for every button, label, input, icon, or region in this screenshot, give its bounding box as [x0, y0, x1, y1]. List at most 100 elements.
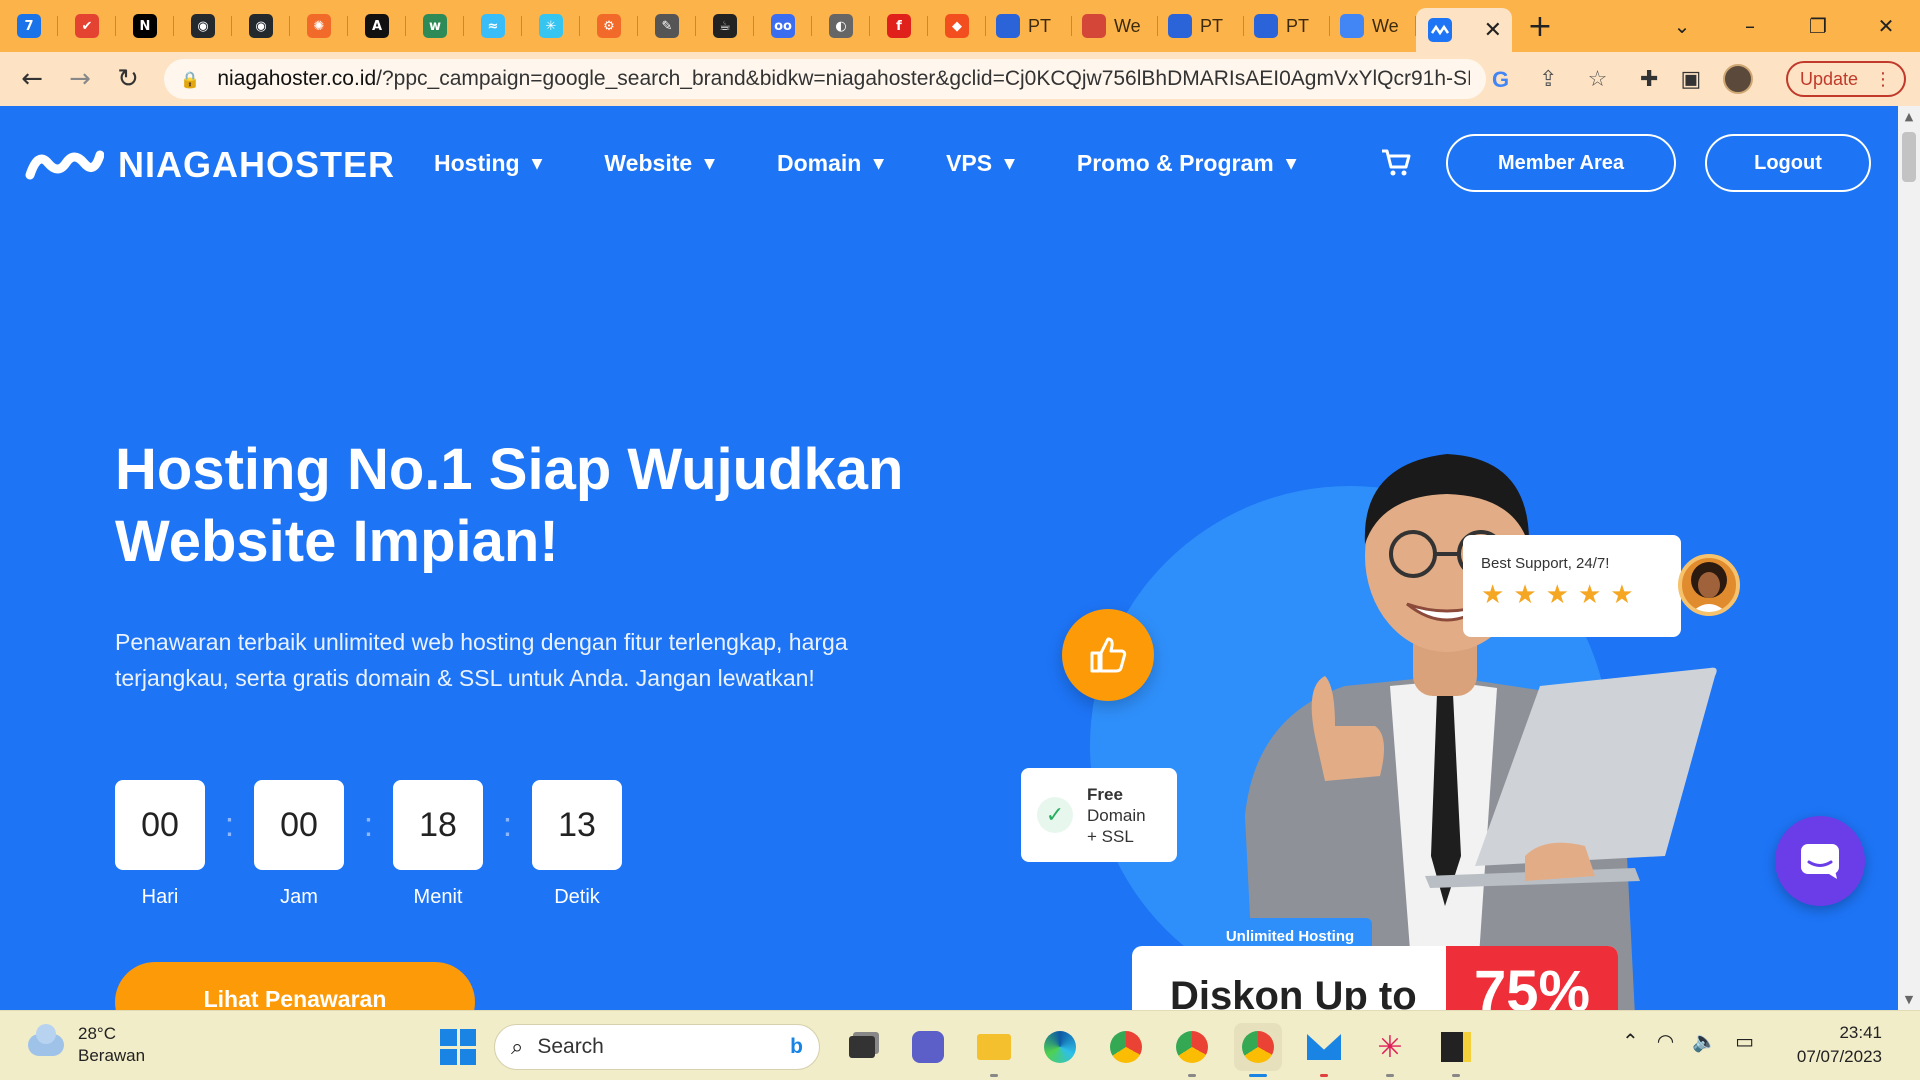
github-icon: ◉ — [249, 14, 273, 38]
bookmark-star-icon[interactable]: ☆ — [1588, 67, 1608, 93]
file-explorer-icon[interactable] — [970, 1023, 1018, 1077]
weather-widget[interactable]: 28°C Berawan — [28, 1023, 145, 1067]
gmail-icon — [1082, 14, 1106, 38]
profile-avatar[interactable] — [1723, 64, 1754, 94]
logout-button[interactable]: Logout — [1705, 134, 1871, 192]
back-icon[interactable]: ← — [8, 64, 56, 94]
live-chat-button[interactable] — [1775, 816, 1865, 906]
page-scrollbar[interactable]: ▲ ▼ — [1898, 106, 1920, 1010]
omnibox-actions: G ⇪ ☆ — [1492, 67, 1607, 93]
cloud-icon — [28, 1024, 64, 1056]
close-window-icon[interactable]: ✕ — [1852, 14, 1920, 38]
dev-icon: A — [365, 14, 389, 38]
edge-icon[interactable] — [1036, 1023, 1084, 1071]
sticky-notes-icon[interactable] — [1432, 1023, 1480, 1077]
browser-tab[interactable]: ≈ — [464, 0, 522, 52]
countdown-unit: 13 Detik — [532, 780, 622, 909]
nav-item-domain[interactable]: Domain ▼ — [777, 150, 884, 177]
system-clock[interactable]: 23:41 07/07/2023 — [1797, 1021, 1882, 1069]
extensions-icon[interactable]: ✚ — [1640, 67, 1658, 92]
browser-tab[interactable]: ✎ — [638, 0, 696, 52]
update-button[interactable]: Update ⋮ — [1786, 61, 1906, 97]
reload-icon[interactable]: ↻ — [104, 64, 152, 94]
countdown-value: 18 — [393, 780, 483, 870]
address-bar[interactable]: 🔒 niagahoster.co.id/?ppc_campaign=google… — [164, 59, 1486, 99]
bing-icon[interactable]: b — [790, 1035, 803, 1059]
browser-tab[interactable]: ◉ — [232, 0, 290, 52]
teams-chat-icon[interactable] — [904, 1023, 952, 1071]
forward-icon[interactable]: → — [56, 64, 104, 94]
scroll-down-icon[interactable]: ▼ — [1898, 993, 1920, 1006]
browser-tab[interactable]: ✳ — [522, 0, 580, 52]
countdown-separator: : — [363, 806, 374, 844]
globe-icon: ◐ — [829, 14, 853, 38]
scroll-thumb[interactable] — [1902, 132, 1916, 182]
figma-icon: ◆ — [945, 14, 969, 38]
browser-tab[interactable]: oo — [754, 0, 812, 52]
nav-item-website[interactable]: Website ▼ — [604, 150, 715, 177]
support-agent-avatar — [1678, 554, 1740, 616]
browser-tab[interactable]: ✔ — [58, 0, 116, 52]
scroll-up-icon[interactable]: ▲ — [1898, 110, 1920, 123]
wordpress-icon — [1254, 14, 1278, 38]
volume-icon[interactable]: 🔈 — [1692, 1029, 1717, 1053]
browser-tab[interactable]: f — [870, 0, 928, 52]
windows-start-icon[interactable] — [440, 1029, 476, 1065]
star-icon: ★ — [1481, 580, 1505, 610]
browser-tab[interactable]: We — [1072, 0, 1158, 52]
browser-tab[interactable]: We — [1330, 0, 1416, 52]
caret-down-icon: ▼ — [531, 155, 543, 172]
support-card-title: Best Support, 24/7! — [1481, 555, 1610, 572]
wifi-icon[interactable]: ◠ — [1657, 1029, 1674, 1053]
battery-icon[interactable]: ▭ — [1735, 1029, 1754, 1053]
clock-date: 07/07/2023 — [1796, 1047, 1882, 1066]
mail-app-icon[interactable] — [1300, 1023, 1348, 1077]
menu-dots-icon[interactable]: ⋮ — [1874, 69, 1892, 90]
nav-item-vps[interactable]: VPS ▼ — [946, 150, 1015, 177]
nav-item-promo-program[interactable]: Promo & Program ▼ — [1077, 150, 1297, 177]
browser-tab[interactable]: ☕ — [696, 0, 754, 52]
taskbar-search[interactable]: ⌕ Search b — [494, 1024, 820, 1070]
side-panel-icon[interactable]: ▣ — [1680, 67, 1701, 92]
new-tab-button[interactable]: + — [1512, 9, 1568, 44]
browser-tab[interactable]: A — [348, 0, 406, 52]
browser-tab[interactable]: ⚙ — [580, 0, 638, 52]
browser-tab[interactable]: ◐ — [812, 0, 870, 52]
niagahoster-logo[interactable]: NIAGAHOSTER — [24, 144, 395, 186]
active-tab[interactable]: ✕ — [1416, 8, 1512, 52]
chrome-profile-icon[interactable] — [1168, 1023, 1216, 1077]
restore-icon[interactable]: ❐ — [1784, 14, 1852, 38]
caret-down-icon: ▼ — [704, 155, 715, 172]
check-icon: ✓ — [1037, 797, 1073, 833]
url-text[interactable]: niagahoster.co.id/?ppc_campaign=google_s… — [217, 67, 1470, 91]
nav-item-hosting[interactable]: Hosting ▼ — [434, 150, 542, 177]
close-tab-icon[interactable]: ✕ — [1484, 18, 1502, 43]
slack-app-icon[interactable]: ✳ — [1366, 1023, 1414, 1077]
cart-icon[interactable] — [1380, 146, 1412, 178]
countdown-value: 13 — [532, 780, 622, 870]
show-hidden-icons-icon[interactable]: ⌃ — [1622, 1029, 1639, 1053]
chrome-icon[interactable] — [1102, 1023, 1150, 1071]
member-area-button[interactable]: Member Area — [1446, 134, 1676, 192]
browser-tab[interactable]: ◆ — [928, 0, 986, 52]
lihat-penawaran-button[interactable]: Lihat Penawaran — [115, 962, 475, 1010]
browser-tab[interactable]: w — [406, 0, 464, 52]
browser-tab[interactable]: PT — [986, 0, 1072, 52]
google-lens-icon[interactable]: G — [1492, 67, 1509, 93]
task-view-icon[interactable] — [838, 1023, 886, 1071]
browser-tab[interactable]: PT — [1244, 0, 1330, 52]
browser-tab[interactable]: ◉ — [174, 0, 232, 52]
calendar-icon: 7 — [17, 14, 41, 38]
caret-down-icon: ▼ — [1004, 155, 1015, 172]
tab-label: We — [1114, 15, 1141, 36]
chrome-active-icon[interactable] — [1234, 1023, 1282, 1077]
browser-tab[interactable]: ✺ — [290, 0, 348, 52]
minimize-icon[interactable]: – — [1716, 14, 1784, 38]
lock-icon[interactable]: 🔒 — [180, 70, 201, 89]
browser-tab[interactable]: PT — [1158, 0, 1244, 52]
tab-search-icon[interactable]: ⌄ — [1648, 14, 1716, 38]
browser-tab[interactable]: N — [116, 0, 174, 52]
share-icon[interactable]: ⇪ — [1539, 67, 1557, 93]
browser-tab[interactable]: 7 — [0, 0, 58, 52]
search-placeholder: Search — [537, 1035, 604, 1058]
